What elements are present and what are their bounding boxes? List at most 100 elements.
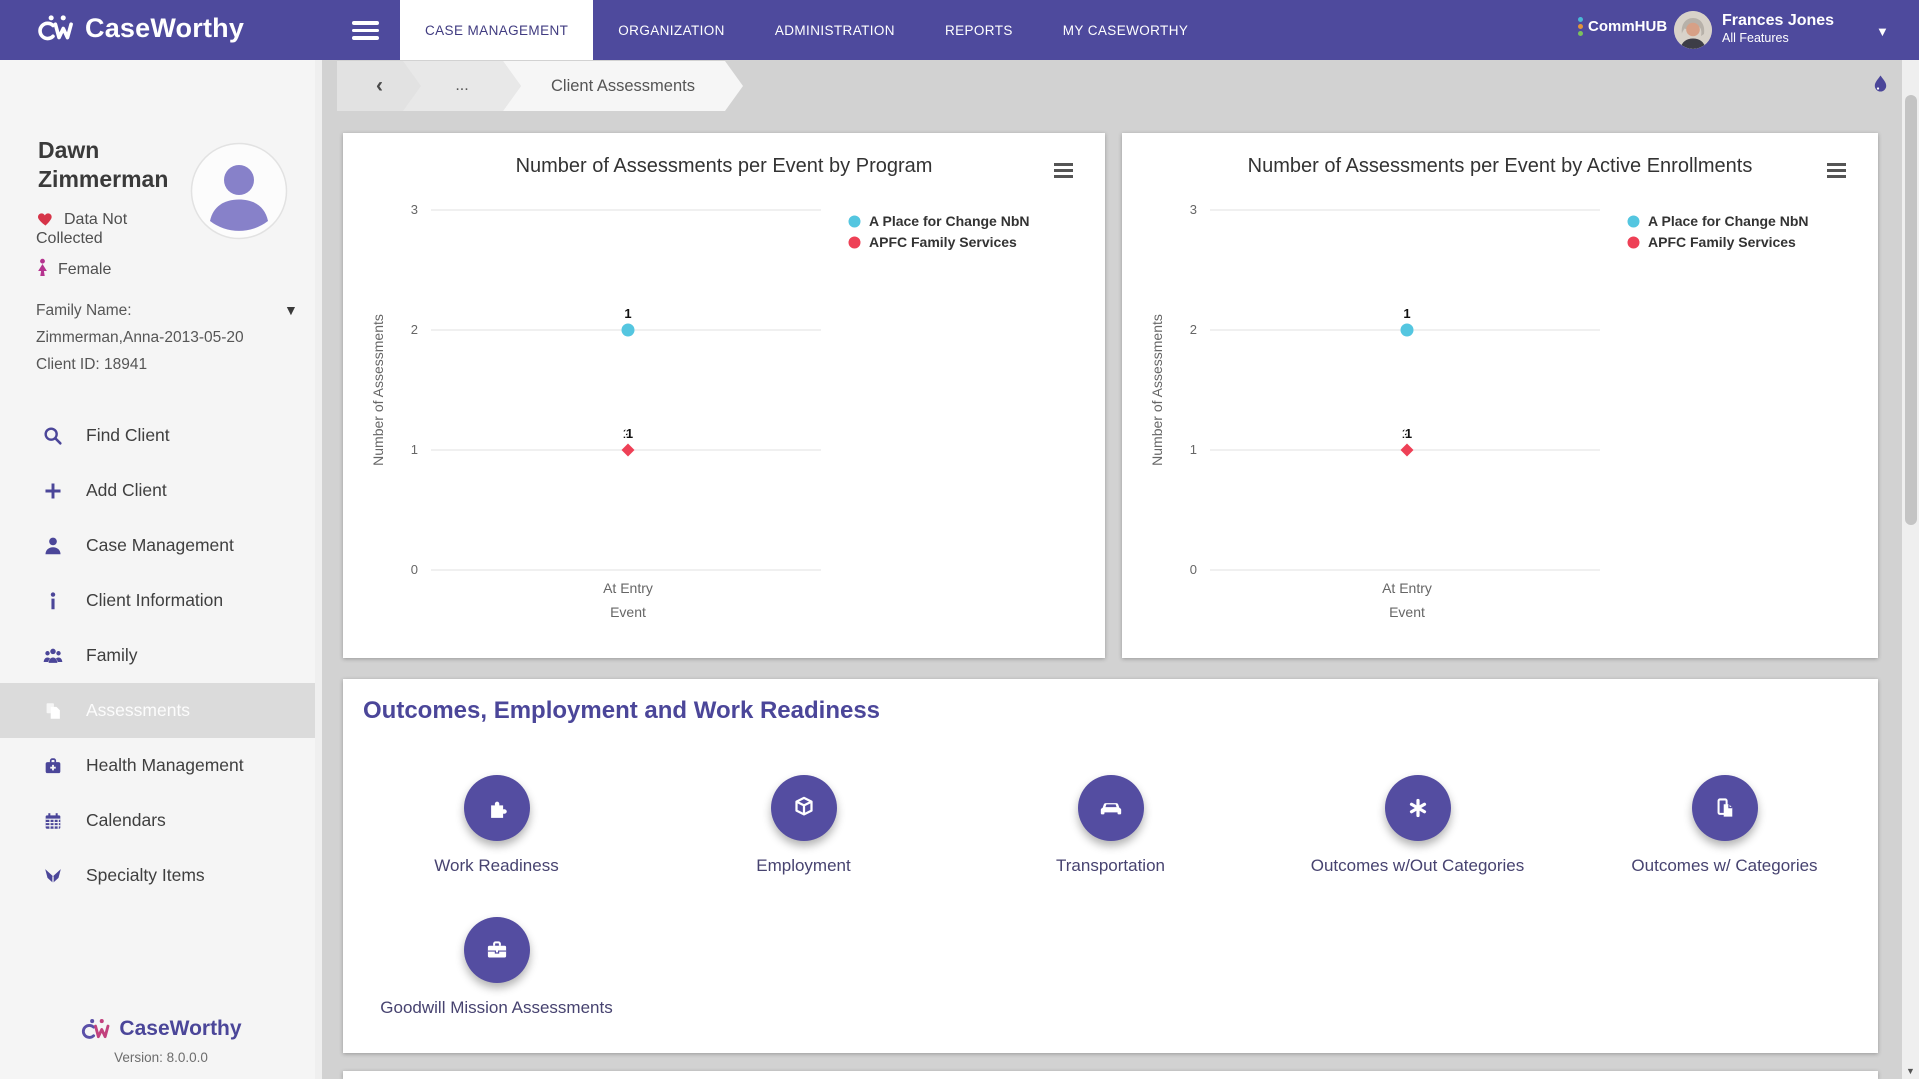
tab-case-management[interactable]: CASE MANAGEMENT (400, 0, 594, 60)
sidebar-item-find-client[interactable]: Find Client (0, 408, 322, 463)
family-value: Zimmerman,Anna-2013-05-20 (36, 329, 244, 346)
outcomes-section: Outcomes, Employment and Work Readiness … (343, 679, 1878, 1053)
client-avatar[interactable] (190, 142, 288, 240)
user-menu[interactable]: Frances Jones All Features (1722, 10, 1834, 46)
primary-nav-tabs: CASE MANAGEMENT ORGANIZATION ADMINISTRAT… (400, 0, 1213, 60)
chart-title: Number of Assessments per Event by Activ… (1247, 155, 1753, 177)
briefcase-icon (463, 917, 530, 983)
family-label: Family Name: (36, 302, 132, 319)
family-icon (43, 648, 63, 663)
user-avatar[interactable] (1674, 11, 1712, 49)
client-id: Client ID: 18941 (36, 356, 148, 373)
sidebar-scrollbar[interactable] (315, 60, 322, 1079)
outcome-transportation-button[interactable]: Transportation (957, 775, 1264, 917)
female-icon (38, 258, 47, 277)
svg-text:3: 3 (1190, 202, 1197, 217)
sidebar-item-family[interactable]: Family (0, 628, 322, 683)
sidebar-item-case-management[interactable]: Case Management (0, 518, 322, 573)
sidebar-item-label: Calendars (86, 810, 166, 830)
breadcrumb-ellipsis-label: ... (455, 77, 469, 94)
svg-text:0: 0 (1190, 562, 1197, 577)
sidebar-item-health-management[interactable]: Health Management (0, 738, 322, 793)
app-version: Version: 8.0.0.0 (114, 1050, 208, 1065)
family-info: Family Name: Zimmerman,Anna-2013-05-20 C… (36, 297, 304, 378)
main-content: ‹ ... Client Assessments Number of Asses… (322, 60, 1919, 1079)
tab-administration[interactable]: ADMINISTRATION (750, 0, 920, 60)
outcomes-grid: Work Readiness Employment Transportation… (343, 775, 1878, 1059)
outcome-work-readiness-button[interactable]: Work Readiness (343, 775, 650, 917)
caseworthy-mark-icon (82, 1018, 110, 1039)
outcome-employment-button[interactable]: Employment (650, 775, 957, 917)
chart-context-menu-button[interactable] (1827, 163, 1846, 181)
scatter-plot: 0 1 2 3 At Entry Event Number of Assessments 1 1… (1149, 202, 1600, 620)
scatter-plot: 0 1 2 3 At Entry Event Number of Assessments 1 1… (370, 202, 821, 620)
outcome-label: Outcomes w/ Categories (1631, 856, 1818, 875)
tab-organization[interactable]: ORGANIZATION (593, 0, 750, 60)
user-role: All Features (1722, 31, 1789, 45)
calendar-icon (45, 812, 61, 829)
svg-text:At Entry: At Entry (1382, 580, 1432, 596)
svg-text:1: 1 (1405, 426, 1412, 441)
caseworthy-logo[interactable]: CaseWorthy (36, 13, 244, 44)
outcome-wout-categories-button[interactable]: Outcomes w/Out Categories (1264, 775, 1571, 917)
sidebar-item-label: Family (86, 645, 138, 665)
svg-text:Number of Assessments: Number of Assessments (370, 314, 386, 466)
outcome-label: Outcomes w/Out Categories (1310, 856, 1525, 875)
commhub-logo[interactable]: CommHUB (1578, 17, 1667, 36)
svg-text:0: 0 (411, 562, 418, 577)
footer-brand-text: CaseWorthy (119, 1017, 242, 1040)
tab-reports[interactable]: REPORTS (920, 0, 1038, 60)
gender-row: Female (36, 258, 196, 279)
sidebar-item-client-information[interactable]: Client Information (0, 573, 322, 628)
menu-hamburger-icon[interactable] (352, 21, 379, 40)
commhub-label: CommHUB (1588, 18, 1668, 35)
svg-text:2: 2 (411, 322, 418, 337)
sidebar-item-add-client[interactable]: Add Client (0, 463, 322, 518)
chart-context-menu-button[interactable] (1054, 163, 1073, 181)
sidebar-item-label: Client Information (86, 590, 224, 610)
commhub-mark-icon (1578, 17, 1583, 36)
chart-card-by-active-enrollments: Number of Assessments per Event by Activ… (1122, 133, 1878, 658)
chevron-left-icon: ‹ (376, 74, 383, 97)
outcome-label: Employment (756, 856, 851, 875)
search-icon (44, 426, 62, 445)
sidebar-item-label: Case Management (86, 535, 234, 555)
tab-my-caseworthy[interactable]: MY CASEWORTHY (1038, 0, 1213, 60)
brand-text: CaseWorthy (85, 13, 245, 43)
outcome-label: Transportation (1056, 856, 1165, 875)
theme-drop-button[interactable] (1871, 73, 1890, 103)
car-icon (1077, 775, 1144, 841)
documents-icon (1691, 775, 1758, 841)
medical-bag-icon (45, 757, 61, 773)
caseworthy-mark-icon (38, 15, 73, 41)
outcome-goodwill-mission-button[interactable]: Goodwill Mission Assessments (343, 917, 650, 1059)
svg-text:1: 1 (626, 426, 633, 441)
specialty-icon (45, 868, 61, 883)
health-status-row: Data Not Collected (36, 210, 196, 248)
outcomes-title: Outcomes, Employment and Work Readiness (363, 697, 881, 724)
info-icon (50, 591, 56, 609)
svg-text:2: 2 (1190, 322, 1197, 337)
scrollbar-down-button[interactable]: ▼ (1902, 1062, 1919, 1079)
footer-logo: CaseWorthy (0, 1017, 322, 1041)
sidebar-item-calendars[interactable]: Calendars (0, 793, 322, 848)
sidebar-item-assessments[interactable]: Assessments (0, 683, 322, 738)
svg-text:1: 1 (624, 306, 631, 321)
sidebar-item-specialty-items[interactable]: Specialty Items (0, 848, 322, 903)
person-placeholder-icon (190, 142, 288, 240)
water-drop-icon (1874, 75, 1887, 92)
scrollbar-thumb[interactable] (1904, 95, 1917, 525)
svg-text:Event: Event (1389, 604, 1425, 620)
vertical-scrollbar[interactable]: ▼ (1902, 60, 1919, 1079)
sidebar-item-label: Health Management (86, 755, 244, 775)
puzzle-icon (463, 775, 530, 841)
user-menu-caret-icon[interactable]: ▼ (1876, 24, 1889, 39)
sidebar-item-label: Add Client (86, 480, 167, 500)
svg-text:Event: Event (610, 604, 646, 620)
caseworthy-app: CaseWorthy CASE MANAGEMENT ORGANIZATION … (0, 0, 1919, 1079)
next-section-card-edge (343, 1071, 1878, 1079)
breadcrumb-current[interactable]: Client Assessments (503, 61, 743, 111)
family-dropdown-caret-icon[interactable]: ▼ (284, 302, 298, 318)
top-navbar: CaseWorthy CASE MANAGEMENT ORGANIZATION … (0, 0, 1919, 60)
outcome-w-categories-button[interactable]: Outcomes w/ Categories (1571, 775, 1878, 917)
